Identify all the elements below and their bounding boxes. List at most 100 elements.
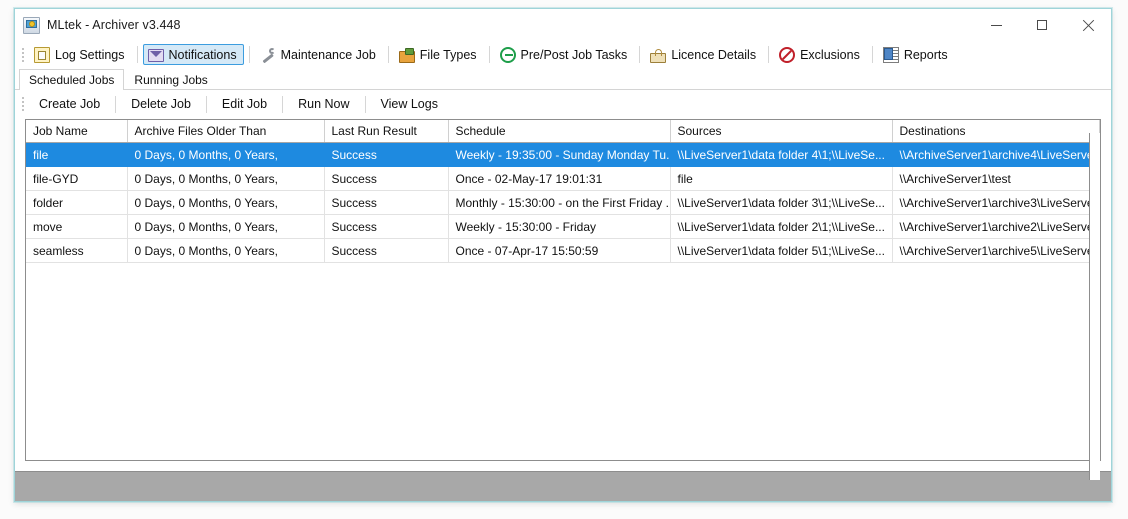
toolbar-item-licence-details[interactable]: Licence Details [645,44,763,65]
toolbar-item-exclusions[interactable]: Exclusions [774,44,867,65]
toolbar-label-licence-details: Licence Details [671,48,756,62]
view-logs-button[interactable]: View Logs [371,93,448,115]
cell-archive-files-older-than: 0 Days, 0 Months, 0 Years, [127,143,324,167]
toolbar-label-notifications: Notifications [169,48,237,62]
minimize-button[interactable] [973,9,1019,41]
delete-job-button[interactable]: Delete Job [121,93,201,115]
bottom-status-panel [15,471,1111,501]
cell-schedule: Once - 07-Apr-17 15:50:59 [448,239,670,263]
toolbar-separator [872,46,873,63]
pre-post-tasks-icon [500,47,516,63]
toolbar-separator [489,46,490,63]
edit-job-button[interactable]: Edit Job [212,93,277,115]
close-icon [1082,19,1094,31]
archiver-app-icon [23,17,40,34]
main-toolbar: Log Settings Notifications Maintenance J… [15,41,1111,68]
toolbar-drag-handle[interactable] [19,46,26,63]
tab-label-scheduled-jobs: Scheduled Jobs [29,73,114,87]
toolbar-label-exclusions: Exclusions [800,48,860,62]
toolbar-item-file-types[interactable]: File Types [394,44,484,65]
cell-destinations: \\ArchiveServer1\test [892,167,1100,191]
table-row[interactable]: file 0 Days, 0 Months, 0 Years, Success … [26,143,1100,167]
action-separator [365,96,366,113]
scheduled-jobs-grid[interactable]: Job Name Archive Files Older Than Last R… [25,119,1101,461]
cell-destinations: \\ArchiveServer1\archive3\LiveServer... [892,191,1100,215]
delete-job-label: Delete Job [131,97,191,111]
tab-label-running-jobs: Running Jobs [134,73,207,87]
tab-running-jobs[interactable]: Running Jobs [124,69,217,89]
toolbar-item-pre-post-job-tasks[interactable]: Pre/Post Job Tasks [495,44,635,65]
cell-archive-files-older-than: 0 Days, 0 Months, 0 Years, [127,191,324,215]
toolbar-separator [388,46,389,63]
close-button[interactable] [1065,9,1111,41]
action-separator [206,96,207,113]
edit-job-label: Edit Job [222,97,267,111]
view-logs-label: View Logs [381,97,438,111]
cell-archive-files-older-than: 0 Days, 0 Months, 0 Years, [127,167,324,191]
create-job-button[interactable]: Create Job [29,93,110,115]
toolbar-item-log-settings[interactable]: Log Settings [29,44,132,65]
toolbar-separator [249,46,250,63]
cell-job-name: file-GYD [26,167,127,191]
action-separator [115,96,116,113]
column-header-job-name[interactable]: Job Name [26,120,127,143]
toolbar-item-reports[interactable]: Reports [878,44,955,65]
screenshot-root: MLtek - Archiver v3.448 Log Setting [0,0,1128,519]
cell-schedule: Weekly - 19:35:00 - Sunday Monday Tu... [448,143,670,167]
action-separator [282,96,283,113]
cell-sources: \\LiveServer1\data folder 4\1;\\LiveSe..… [670,143,892,167]
table-header-row: Job Name Archive Files Older Than Last R… [26,120,1100,143]
column-header-schedule[interactable]: Schedule [448,120,670,143]
table-row[interactable]: folder 0 Days, 0 Months, 0 Years, Succes… [26,191,1100,215]
cell-last-run-result: Success [324,191,448,215]
toolbar-label-reports: Reports [904,48,948,62]
cell-schedule: Weekly - 15:30:00 - Friday [448,215,670,239]
table-row[interactable]: file-GYD 0 Days, 0 Months, 0 Years, Succ… [26,167,1100,191]
jobs-table: Job Name Archive Files Older Than Last R… [26,120,1100,263]
toolbar-item-maintenance-job[interactable]: Maintenance Job [255,44,383,65]
actionbar-drag-handle[interactable] [19,96,26,113]
toolbar-label-maintenance-job: Maintenance Job [281,48,376,62]
cell-job-name: file [26,143,127,167]
cell-schedule: Monthly - 15:30:00 - on the First Friday… [448,191,670,215]
window-title: MLtek - Archiver v3.448 [47,18,181,32]
job-tab-strip: Scheduled Jobs Running Jobs [15,68,1111,90]
cell-last-run-result: Success [324,167,448,191]
toolbar-item-notifications[interactable]: Notifications [143,44,244,65]
wrench-icon [260,47,276,63]
column-header-archive-files-older-than[interactable]: Archive Files Older Than [127,120,324,143]
toolbar-label-pre-post-job-tasks: Pre/Post Job Tasks [521,48,628,62]
toolbar-separator [639,46,640,63]
cell-destinations: \\ArchiveServer1\archive4\LiveServer... [892,143,1100,167]
table-row[interactable]: seamless 0 Days, 0 Months, 0 Years, Succ… [26,239,1100,263]
cell-job-name: folder [26,191,127,215]
run-now-button[interactable]: Run Now [288,93,359,115]
grid-empty-area[interactable] [26,263,1100,460]
toolbar-separator [768,46,769,63]
notifications-icon [148,49,164,62]
cell-sources: \\LiveServer1\data folder 3\1;\\LiveSe..… [670,191,892,215]
column-header-destinations[interactable]: Destinations [892,120,1100,143]
cell-destinations: \\ArchiveServer1\archive2\LiveServer... [892,215,1100,239]
cell-last-run-result: Success [324,215,448,239]
table-row[interactable]: move 0 Days, 0 Months, 0 Years, Success … [26,215,1100,239]
column-header-sources[interactable]: Sources [670,120,892,143]
window-controls [973,9,1111,41]
column-header-last-run-result[interactable]: Last Run Result [324,120,448,143]
table-header: Job Name Archive Files Older Than Last R… [26,120,1100,143]
exclusions-icon [779,47,795,63]
create-job-label: Create Job [39,97,100,111]
cell-sources: \\LiveServer1\data folder 5\1;\\LiveSe..… [670,239,892,263]
toolbar-label-log-settings: Log Settings [55,48,125,62]
log-settings-icon [34,47,50,63]
cell-archive-files-older-than: 0 Days, 0 Months, 0 Years, [127,215,324,239]
cell-last-run-result: Success [324,239,448,263]
tab-scheduled-jobs[interactable]: Scheduled Jobs [19,69,124,90]
cell-schedule: Once - 02-May-17 19:01:31 [448,167,670,191]
toolbar-separator [137,46,138,63]
cell-sources: \\LiveServer1\data folder 2\1;\\LiveSe..… [670,215,892,239]
table-body: file 0 Days, 0 Months, 0 Years, Success … [26,143,1100,263]
toolbar-label-file-types: File Types [420,48,477,62]
maximize-button[interactable] [1019,9,1065,41]
minimize-icon [991,25,1002,26]
